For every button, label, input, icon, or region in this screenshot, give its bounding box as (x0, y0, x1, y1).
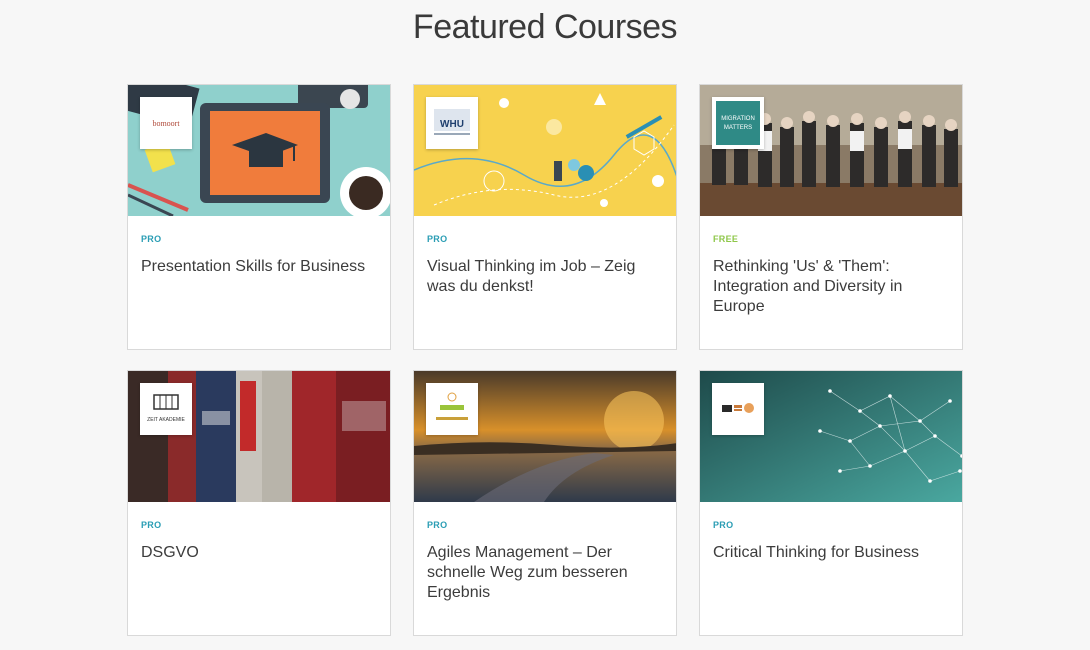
page-title: Featured Courses (412, 8, 678, 46)
provider-logo: WHU (426, 97, 478, 149)
course-thumbnail (414, 371, 676, 502)
svg-text:MIGRATION: MIGRATION (721, 116, 755, 122)
provider-logo-text: bomoort (152, 119, 180, 128)
course-badge: PRO (427, 234, 448, 244)
course-title: Presentation Skills for Business (141, 258, 366, 275)
course-title: Rethinking 'Us' & 'Them': Integration an… (713, 258, 903, 315)
course-badge: PRO (141, 520, 162, 530)
course-badge: PRO (141, 234, 162, 244)
provider-logo (426, 383, 478, 435)
course-card-presentation-skills[interactable]: bomoort PRO Presentation Skills for Busi… (127, 84, 391, 350)
course-badge: PRO (713, 520, 734, 530)
course-grid: bomoort PRO Presentation Skills for Busi… (127, 84, 963, 636)
provider-logo-text: ZEIT AKADEMIE (147, 417, 185, 423)
course-title: Agiles Management – Der schnelle Weg zum… (427, 544, 628, 601)
course-badge: PRO (427, 520, 448, 530)
provider-logo: bomoort (140, 97, 192, 149)
course-card-critical-thinking[interactable]: PRO Critical Thinking for Business (699, 370, 963, 636)
course-title: Visual Thinking im Job – Zeig was du den… (427, 258, 636, 295)
provider-logo: MIGRATION MATTERS (712, 97, 764, 149)
course-badge: FREE (713, 234, 739, 244)
course-thumbnail: ZEIT AKADEMIE (128, 371, 390, 502)
svg-text:MATTERS: MATTERS (724, 125, 752, 131)
provider-logo-text: WHU (440, 119, 464, 130)
course-card-dsgvo[interactable]: ZEIT AKADEMIE PRO DSGVO (127, 370, 391, 636)
course-card-agiles-management[interactable]: PRO Agiles Management – Der schnelle Weg… (413, 370, 677, 636)
course-thumbnail (700, 371, 962, 502)
provider-logo: ZEIT AKADEMIE (140, 383, 192, 435)
course-card-rethinking-us-them[interactable]: MIGRATION MATTERS FREE Rethinking 'Us' &… (699, 84, 963, 350)
course-title: DSGVO (141, 544, 199, 561)
course-thumbnail: bomoort (128, 85, 390, 216)
course-thumbnail: WHU (414, 85, 676, 216)
provider-logo (712, 383, 764, 435)
course-thumbnail: MIGRATION MATTERS (700, 85, 962, 216)
course-title: Critical Thinking for Business (713, 544, 920, 561)
course-card-visual-thinking[interactable]: WHU PRO Visual Thinking im Job – Zeig wa… (413, 84, 677, 350)
